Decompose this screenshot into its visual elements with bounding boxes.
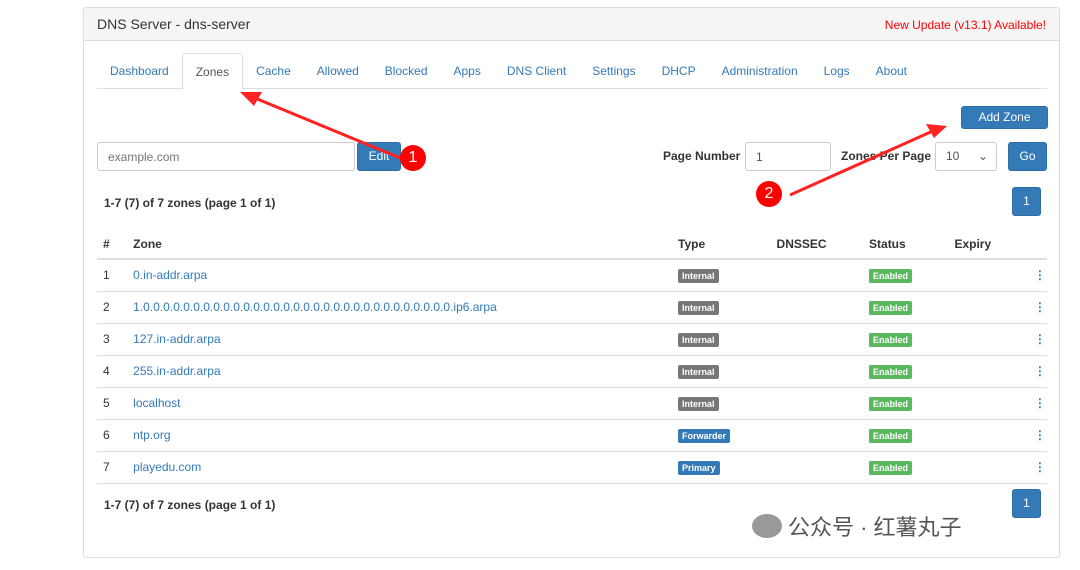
arrow-2 bbox=[789, 128, 936, 197]
wechat-icon bbox=[752, 514, 782, 538]
watermark: 公众号 · 红薯丸子 bbox=[752, 510, 962, 542]
annotation-1: 1 bbox=[400, 145, 426, 171]
annotation-arrows bbox=[240, 92, 947, 197]
annotation-2: 2 bbox=[756, 181, 782, 207]
arrow-1 bbox=[249, 94, 406, 162]
